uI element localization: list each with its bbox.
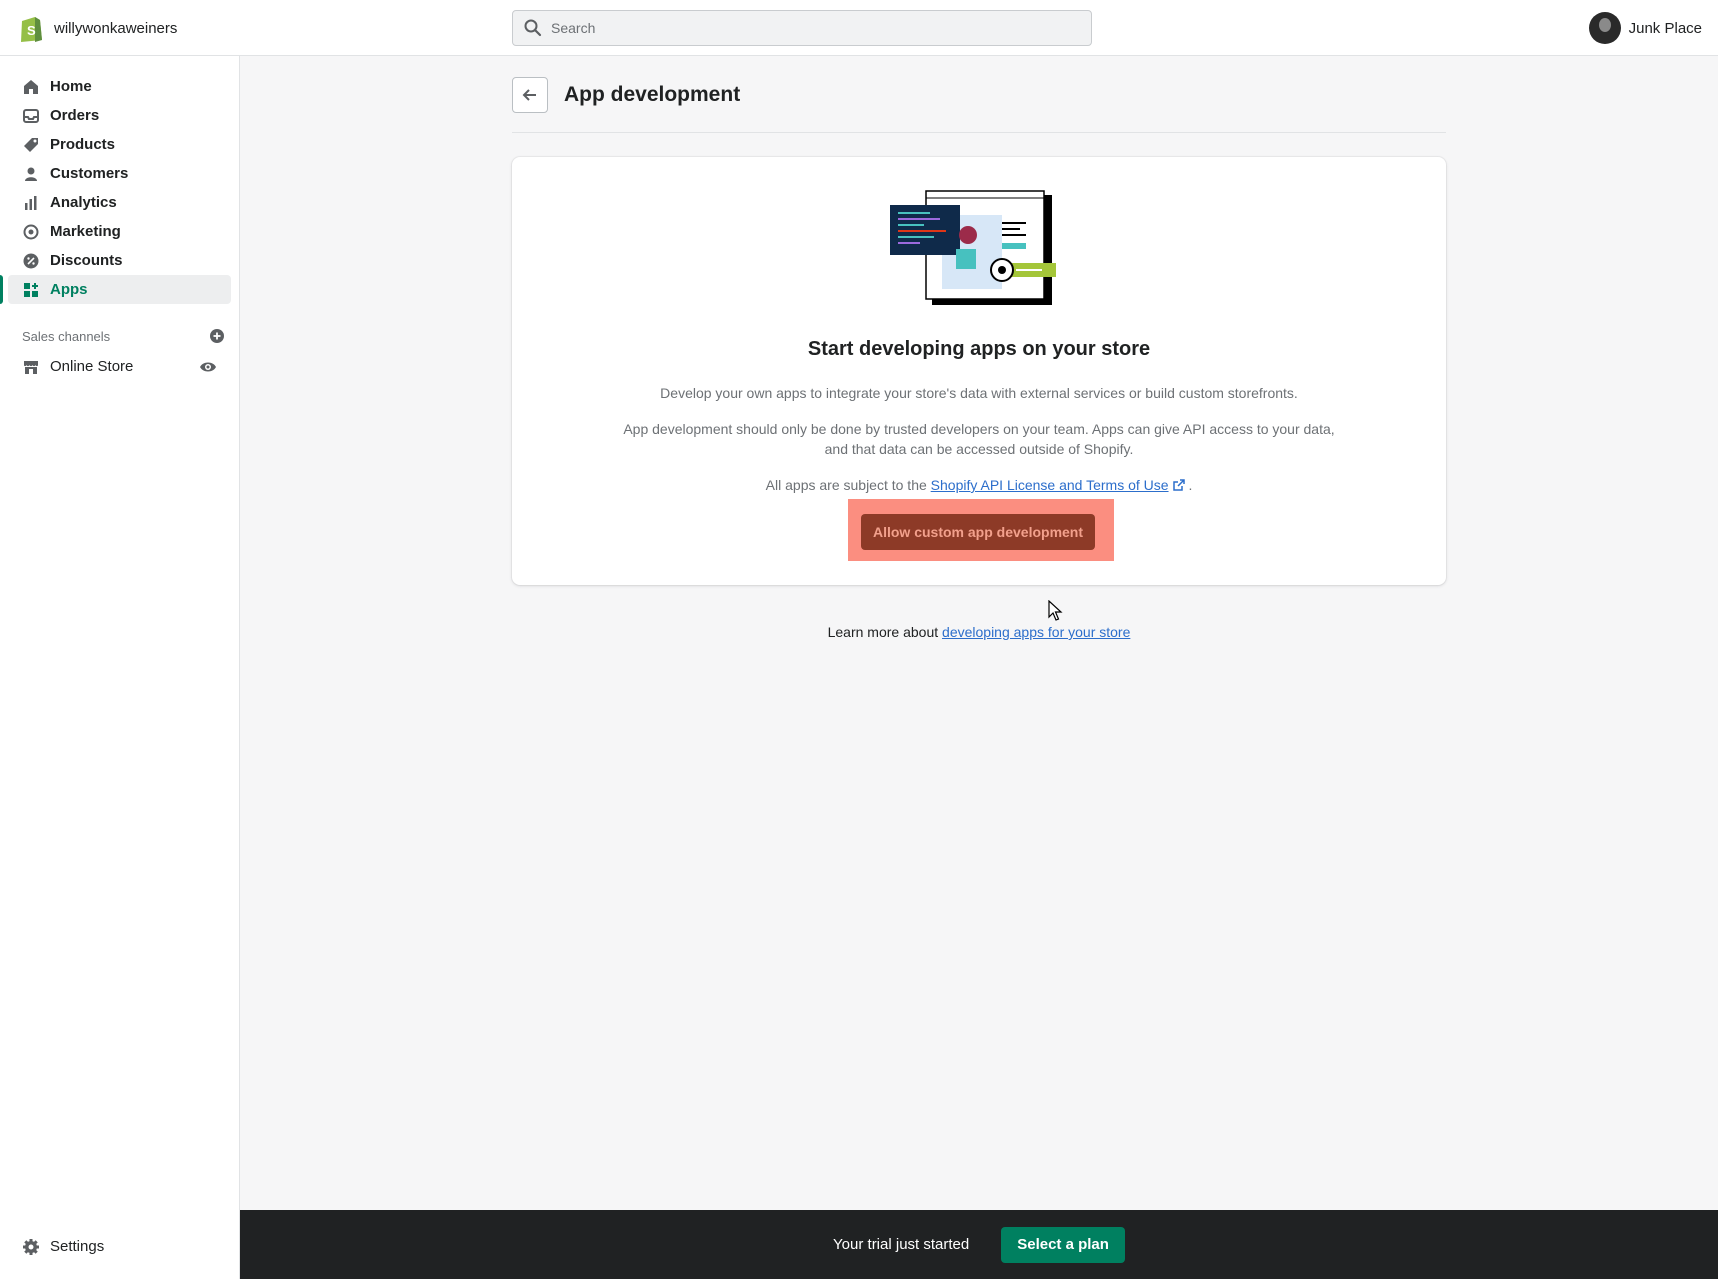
- target-icon: [22, 223, 40, 241]
- store-name: willywonkaweiners: [54, 19, 178, 37]
- trial-bar: Your trial just started Select a plan: [240, 1210, 1718, 1279]
- sidebar-item-label: Products: [50, 136, 116, 153]
- learn-more: Learn more about developing apps for you…: [512, 624, 1446, 640]
- sidebar-item-marketing[interactable]: Marketing: [8, 217, 231, 246]
- bar-chart-icon: [22, 194, 40, 212]
- search-bar[interactable]: [512, 10, 1092, 46]
- sidebar-item-products[interactable]: Products: [8, 130, 231, 159]
- apps-grid-icon: [22, 281, 40, 299]
- store-brand[interactable]: S willywonkaweiners: [18, 13, 177, 43]
- settings-label: Settings: [50, 1238, 105, 1255]
- sidebar-item-label: Analytics: [50, 194, 117, 211]
- developer-illustration-icon: [890, 190, 1056, 305]
- svg-text:S: S: [27, 23, 36, 38]
- page-title: App development: [564, 83, 741, 106]
- sidebar-item-label: Discounts: [50, 252, 123, 269]
- user-name: Junk Place: [1628, 19, 1702, 37]
- sidebar-item-analytics[interactable]: Analytics: [8, 188, 231, 217]
- sidebar-item-label: Home: [50, 78, 92, 95]
- allow-custom-app-development-button[interactable]: Allow custom app development: [861, 514, 1095, 550]
- api-license-link[interactable]: Shopify API License and Terms of Use: [931, 477, 1185, 493]
- learn-more-prefix: Learn more about: [827, 624, 939, 640]
- sidebar-item-label: Customers: [50, 165, 129, 182]
- sidebar: Home Orders Products Customers Analytics: [0, 56, 240, 1279]
- sales-channels-header: Sales channels: [22, 328, 225, 344]
- trial-text: Your trial just started: [833, 1236, 970, 1253]
- developing-apps-link[interactable]: developing apps for your store: [942, 624, 1130, 640]
- avatar: [1588, 12, 1621, 44]
- sidebar-item-settings[interactable]: Settings: [8, 1232, 232, 1261]
- sidebar-item-label: Apps: [50, 281, 88, 298]
- store-icon: [22, 358, 40, 376]
- mouse-cursor-icon: [1048, 600, 1063, 621]
- discount-icon: [22, 252, 40, 270]
- page-header: App development: [512, 77, 1446, 133]
- app-development-card: Start developing apps on your store Deve…: [512, 157, 1446, 585]
- terms-prefix: All apps are subject to the: [765, 477, 927, 493]
- user-menu[interactable]: Junk Place: [1588, 12, 1702, 44]
- tag-icon: [22, 136, 40, 154]
- search-input[interactable]: [551, 20, 1071, 36]
- sidebar-item-home[interactable]: Home: [8, 72, 231, 101]
- api-license-link-text: Shopify API License and Terms of Use: [930, 477, 1169, 493]
- sidebar-item-discounts[interactable]: Discounts: [8, 246, 231, 275]
- shopify-logo-icon: S: [21, 17, 42, 42]
- online-store-label: Online Store: [50, 358, 134, 375]
- add-channel-icon[interactable]: [209, 328, 225, 344]
- card-warning: App development should only be done by t…: [623, 421, 1335, 457]
- main-nav: Home Orders Products Customers Analytics: [0, 56, 239, 304]
- card-description: Develop your own apps to integrate your …: [660, 385, 1298, 401]
- gear-icon: [23, 1238, 39, 1255]
- select-plan-button[interactable]: Select a plan: [1001, 1226, 1125, 1263]
- external-link-icon: [1172, 479, 1185, 491]
- person-icon: [22, 165, 40, 183]
- sidebar-item-apps[interactable]: Apps: [0, 275, 231, 304]
- sidebar-item-orders[interactable]: Orders: [8, 101, 231, 130]
- sidebar-item-label: Orders: [50, 107, 100, 124]
- terms-suffix: .: [1188, 477, 1193, 493]
- sidebar-item-online-store[interactable]: Online Store: [8, 352, 231, 381]
- top-bar: S willywonkaweiners Junk Place: [0, 0, 1718, 56]
- eye-icon[interactable]: [199, 358, 217, 376]
- card-heading: Start developing apps on your store: [807, 338, 1151, 360]
- online-store-wrap: Online Store: [22, 358, 133, 376]
- home-icon: [22, 78, 40, 96]
- search-icon: [524, 19, 542, 37]
- sales-channels-label: Sales channels: [22, 328, 111, 344]
- back-button[interactable]: [512, 77, 548, 113]
- card-terms: All apps are subject to the Shopify API …: [612, 475, 1346, 495]
- arrow-left-icon: [522, 89, 536, 101]
- inbox-icon: [22, 107, 40, 125]
- sidebar-item-customers[interactable]: Customers: [8, 159, 231, 188]
- sidebar-item-label: Marketing: [50, 223, 121, 240]
